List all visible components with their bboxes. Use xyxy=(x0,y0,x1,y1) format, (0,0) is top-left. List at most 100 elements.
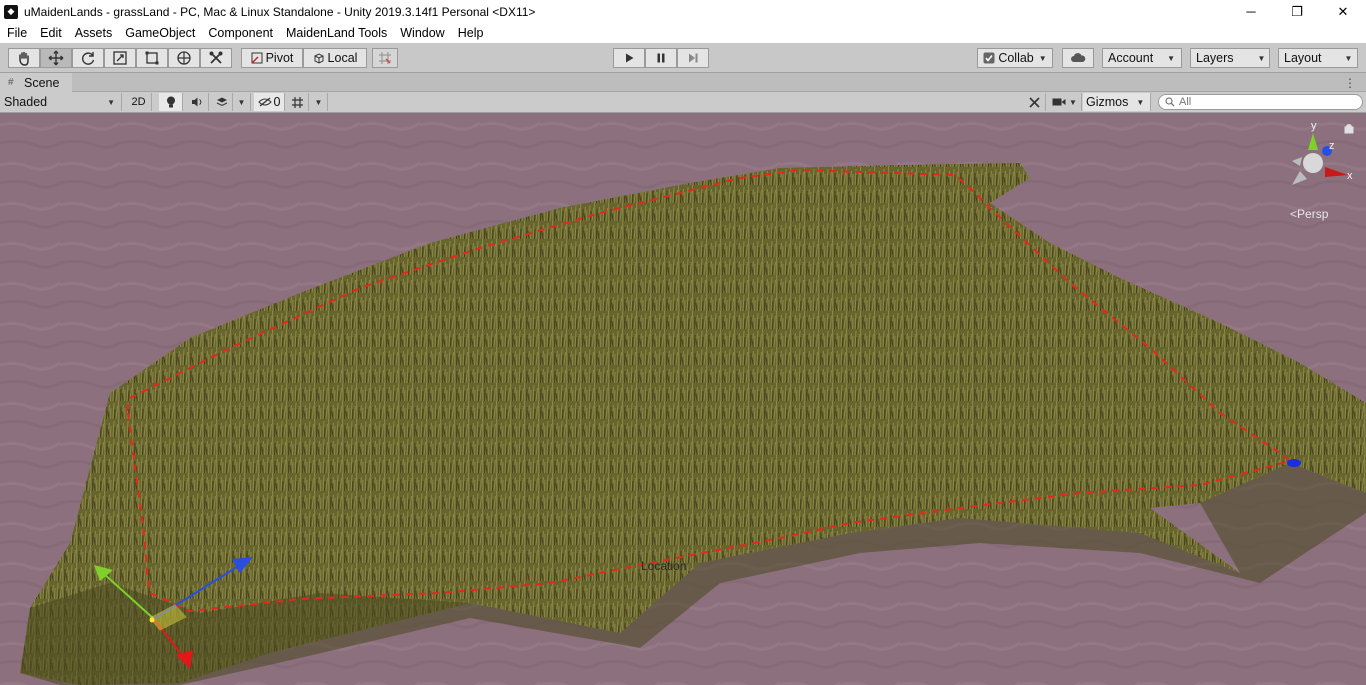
location-label: Location xyxy=(641,559,687,573)
scale-tool-button[interactable] xyxy=(104,48,136,68)
chevron-down-icon: ▼ xyxy=(1257,53,1266,63)
grid-toggle-button[interactable] xyxy=(287,93,309,111)
chevron-down-icon: ▼ xyxy=(1136,97,1145,107)
rotate-icon xyxy=(82,52,95,65)
axis-label-y: y xyxy=(1311,120,1317,132)
menu-assets[interactable]: Assets xyxy=(68,26,119,40)
play-button[interactable] xyxy=(613,48,645,68)
axis-label-z: z xyxy=(1329,140,1335,152)
draw-mode-label: Shaded xyxy=(4,95,48,109)
search-icon xyxy=(1165,97,1175,107)
chevron-down-icon: ▼ xyxy=(1344,53,1353,63)
scene-search-field[interactable] xyxy=(1158,94,1363,110)
menu-edit[interactable]: Edit xyxy=(33,26,68,40)
audio-toggle-button[interactable] xyxy=(185,93,209,111)
chevron-down-icon: ▼ xyxy=(314,97,323,107)
chevron-down-icon: ▼ xyxy=(1167,53,1176,63)
chevron-left-icon: < xyxy=(1290,207,1298,221)
gizmos-label: Gizmos xyxy=(1086,95,1129,109)
snap-grid-button[interactable] xyxy=(372,48,398,68)
draw-mode-dropdown[interactable]: Shaded ▼ xyxy=(0,93,122,111)
collab-label: Collab xyxy=(998,51,1034,65)
chevron-down-icon: ▼ xyxy=(107,97,115,107)
maximize-button[interactable]: ❐ xyxy=(1274,0,1320,23)
menu-maidenland-tools[interactable]: MaidenLand Tools xyxy=(279,26,393,40)
pause-button[interactable] xyxy=(645,48,677,68)
cloud-button[interactable] xyxy=(1062,48,1094,68)
step-icon xyxy=(689,53,698,63)
hidden-eye-icon xyxy=(257,97,272,107)
local-label: Local xyxy=(327,51,358,65)
light-bulb-icon xyxy=(166,96,175,108)
scene-control-bar: Shaded ▼ 2D ▼ 0 ▼ ▼ Gizmos ▼ xyxy=(0,92,1366,113)
gizmos-dropdown[interactable]: Gizmos ▼ xyxy=(1083,93,1151,111)
grid-icon xyxy=(292,96,303,108)
play-icon xyxy=(626,53,634,63)
layers-label: Layers xyxy=(1196,51,1234,65)
gizmo-center[interactable] xyxy=(149,617,155,623)
close-button[interactable]: ✕ xyxy=(1320,0,1366,23)
rotate-tool-button[interactable] xyxy=(72,48,104,68)
local-cube-icon xyxy=(314,53,324,64)
layout-dropdown[interactable]: Layout ▼ xyxy=(1278,48,1358,68)
2d-label: 2D xyxy=(131,96,146,108)
hand-tool-button[interactable] xyxy=(8,48,40,68)
combined-transform-icon xyxy=(177,51,191,65)
hidden-count: 0 xyxy=(273,95,281,109)
chevron-down-icon: ▼ xyxy=(237,97,246,107)
pivot-icon xyxy=(251,52,263,64)
move-tool-button[interactable] xyxy=(40,48,72,68)
camera-dropdown[interactable]: ▼ xyxy=(1048,93,1082,111)
projection-toggle[interactable]: <Persp xyxy=(1290,207,1328,221)
more-options-icon[interactable]: ⋮ xyxy=(1344,76,1356,90)
chevron-down-icon: ▼ xyxy=(1069,97,1077,107)
hand-icon xyxy=(19,51,29,66)
rect-tool-button[interactable] xyxy=(136,48,168,68)
effects-layers-icon xyxy=(216,97,227,107)
scene-render: y z x xyxy=(0,113,1366,685)
minimize-button[interactable]: ─ xyxy=(1228,0,1274,23)
crossed-tools-icon xyxy=(1029,96,1040,108)
window-title: uMaidenLands - grassLand - PC, Mac & Lin… xyxy=(24,4,536,19)
scene-grid-icon: # xyxy=(8,76,14,88)
tab-scene[interactable]: # Scene xyxy=(0,73,72,92)
collab-dropdown[interactable]: Collab ▼ xyxy=(977,48,1053,68)
grid-snap-icon xyxy=(379,52,391,64)
local-toggle-button[interactable]: Local xyxy=(303,48,367,68)
title-bar: ◆ uMaidenLands - grassLand - PC, Mac & L… xyxy=(0,0,1366,23)
rect-transform-icon xyxy=(145,51,159,65)
pause-icon xyxy=(657,53,665,63)
menu-window[interactable]: Window xyxy=(393,26,450,40)
custom-tool-button[interactable] xyxy=(200,48,232,68)
menu-help[interactable]: Help xyxy=(451,26,490,40)
checkmark-icon xyxy=(983,52,995,64)
grid-dropdown[interactable]: ▼ xyxy=(310,93,328,111)
hidden-objects-toggle[interactable]: 0 xyxy=(254,93,285,111)
main-toolbar: Pivot Local Collab ▼ Account ▼ Layers ▼ … xyxy=(0,43,1366,73)
2d-toggle-button[interactable]: 2D xyxy=(126,93,152,111)
lighting-toggle-button[interactable] xyxy=(159,93,183,111)
unity-logo-icon: ◆ xyxy=(4,4,18,19)
transform-tool-button[interactable] xyxy=(168,48,200,68)
blue-point-marker xyxy=(1287,459,1301,467)
cloud-icon xyxy=(1071,53,1086,62)
menu-bar: File Edit Assets GameObject Component Ma… xyxy=(0,23,1366,43)
tools-icon xyxy=(209,51,223,64)
scene-tools-button[interactable] xyxy=(1024,93,1046,111)
account-dropdown[interactable]: Account ▼ xyxy=(1102,48,1182,68)
menu-file[interactable]: File xyxy=(0,26,33,40)
speaker-icon xyxy=(191,97,201,107)
orientation-cube[interactable] xyxy=(1303,153,1323,173)
effects-dropdown[interactable]: ▼ xyxy=(233,93,251,111)
step-button[interactable] xyxy=(677,48,709,68)
menu-component[interactable]: Component xyxy=(201,26,279,40)
scene-viewport[interactable]: y z x Location <Persp xyxy=(0,113,1366,685)
layers-dropdown[interactable]: Layers ▼ xyxy=(1190,48,1270,68)
search-input[interactable] xyxy=(1179,96,1359,108)
pivot-toggle-button[interactable]: Pivot xyxy=(241,48,303,68)
window-controls: ─ ❐ ✕ xyxy=(1228,0,1366,23)
menu-gameobject[interactable]: GameObject xyxy=(118,26,201,40)
camera-icon xyxy=(1052,98,1066,106)
scene-tab-bar: # Scene ⋮ xyxy=(0,73,1366,92)
effects-toggle-button[interactable] xyxy=(211,93,233,111)
